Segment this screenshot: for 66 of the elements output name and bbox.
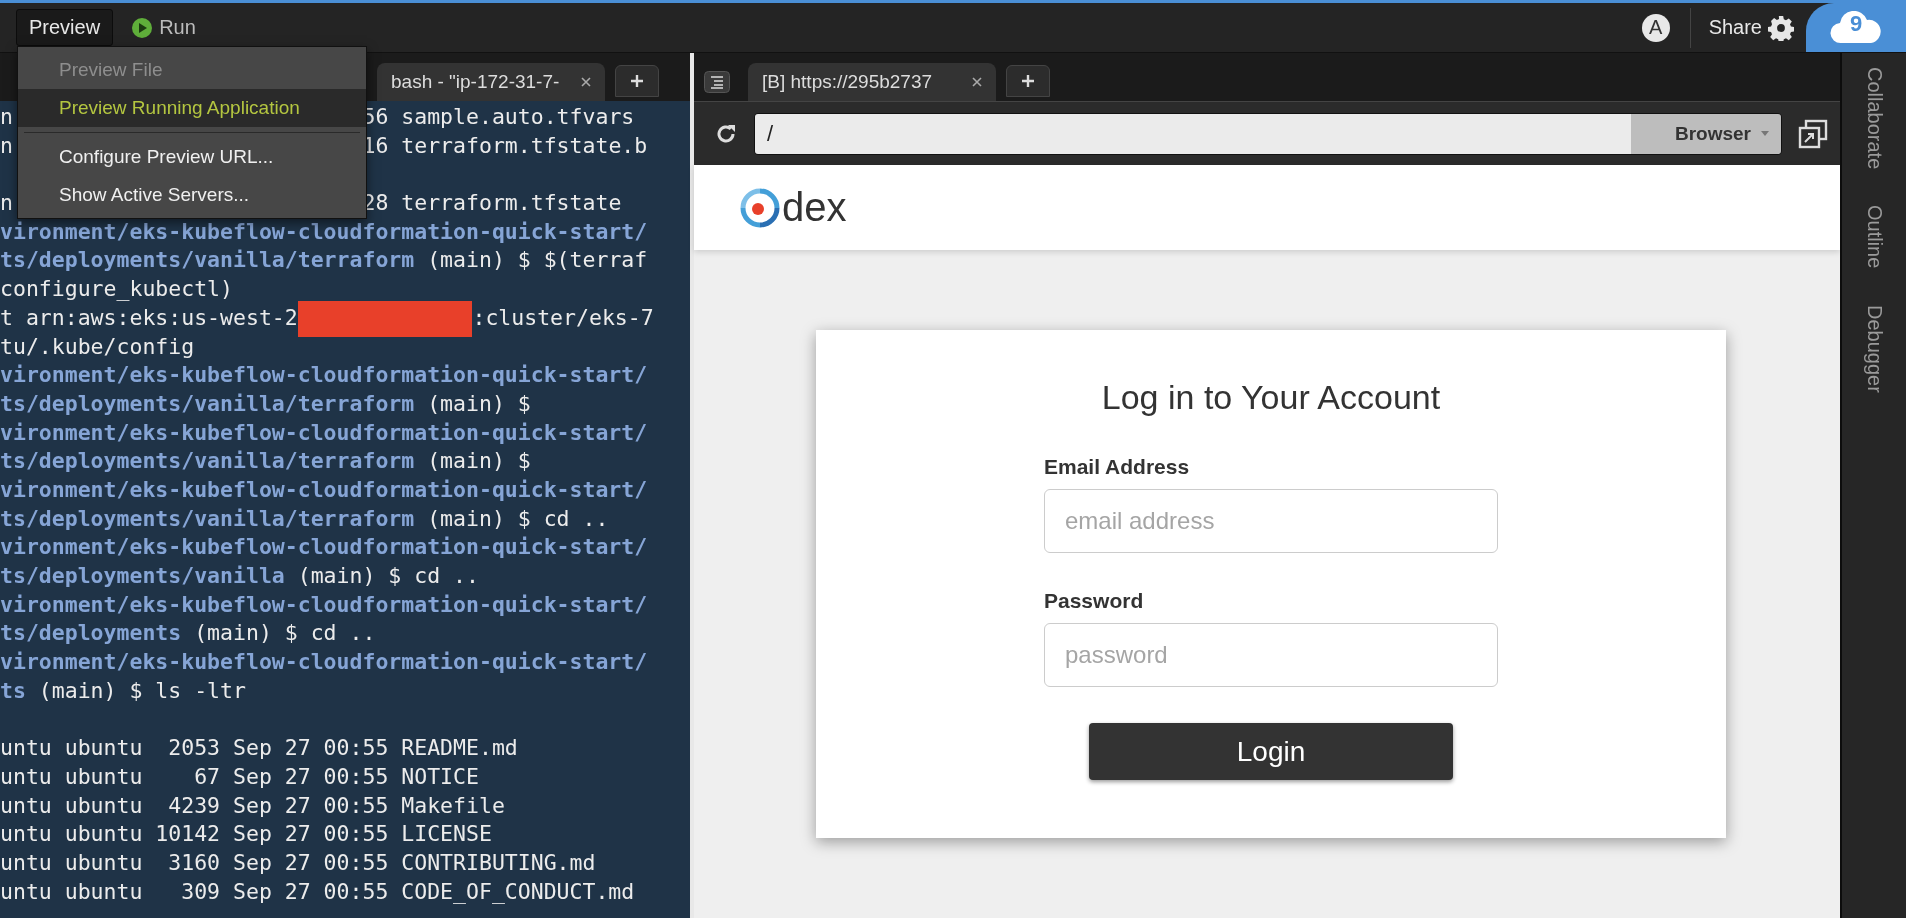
- run-button[interactable]: Run: [127, 12, 200, 43]
- terminal-text: (main) $ cd ..: [193, 619, 376, 648]
- field-label: Password: [1044, 589, 1145, 613]
- terminal-path: vironment/eks-kubeflow-cloudformation-quick-start/: [0, 418, 648, 447]
- terminal-path: ts/deployments/vanilla: [0, 562, 285, 590]
- terminal-path: ts/deployments/vanilla/terraform: [0, 504, 415, 533]
- menu-item[interactable]: Configure Preview URL...: [18, 138, 366, 176]
- user-avatar[interactable]: A: [1641, 13, 1670, 42]
- share-button[interactable]: Share: [1708, 16, 1768, 39]
- terminal-text: tu/.kube/config: [0, 332, 195, 361]
- input-field[interactable]: email address: [1044, 489, 1498, 553]
- field-label: Email Address: [1044, 455, 1191, 479]
- terminal-path: vironment/eks-kubeflow-cloudformation-quick-start/: [0, 533, 648, 562]
- play-icon: [131, 16, 154, 39]
- terminal-path: ts/deployments/vanilla/terraform: [0, 389, 415, 418]
- terminal-text: n: [0, 103, 13, 131]
- close-icon[interactable]: [581, 77, 591, 87]
- terminal-text: t arn:aws:eks:us-west-2: [0, 303, 298, 332]
- terminal-text: untu ubuntu 3160 Sep 27 00:55 CONTRIBUTING.md: [0, 848, 596, 877]
- new-tab-button[interactable]: [1006, 65, 1050, 97]
- close-icon[interactable]: [972, 77, 982, 87]
- preview-button[interactable]: Preview: [16, 9, 114, 46]
- terminal-text: (main) $ ls -ltr: [37, 676, 246, 705]
- terminal-path: vironment/eks-kubeflow-cloudformation-quick-start/: [0, 475, 648, 504]
- terminal-path: ts: [0, 676, 26, 705]
- terminal-path: vironment/eks-kubeflow-cloudformation-quick-start/: [0, 217, 648, 246]
- terminal-text: n: [0, 131, 13, 160]
- list-icon[interactable]: [704, 71, 730, 93]
- login-button[interactable]: Login: [1089, 723, 1453, 780]
- terminal-text: untu ubuntu 2053 Sep 27 00:55 README.md: [0, 734, 518, 763]
- terminal-path: ts/deployments/vanilla/terraform: [0, 246, 415, 275]
- terminal-text: untu ubuntu 4239 Sep 27 00:55 Makefile: [0, 791, 505, 820]
- terminal-text: (main) $: [426, 389, 531, 418]
- input-field[interactable]: password: [1044, 623, 1498, 687]
- logo-text: 9: [1850, 11, 1863, 37]
- sidebar-tab[interactable]: Debugger: [1862, 304, 1886, 393]
- terminal-text: n: [0, 189, 13, 218]
- sidebar-tab[interactable]: Collaborate: [1862, 67, 1886, 170]
- terminal-text: untu ubuntu 309 Sep 27 00:55 CODE_OF_CONDUCT.md: [0, 877, 635, 906]
- brand-name: dex: [782, 185, 847, 230]
- menu-item[interactable]: Preview Running Application: [18, 89, 366, 127]
- terminal-text: untu ubuntu 67 Sep 27 00:55 NOTICE: [0, 762, 479, 791]
- cloud-icon: [1829, 10, 1883, 45]
- browser-tab[interactable]: [B] https://295b2737: [748, 63, 996, 101]
- plus-icon: [630, 74, 644, 88]
- login-title: Log in to Your Account: [1101, 378, 1441, 417]
- terminal-text: (main) $ $(terraf: [426, 246, 648, 275]
- settings-icon[interactable]: [1768, 14, 1794, 41]
- terminal-text: configure_kubectl): [0, 275, 233, 304]
- new-tab-button[interactable]: [615, 65, 659, 97]
- menu-item[interactable]: Show Active Servers...: [18, 176, 366, 214]
- popout-icon[interactable]: [1798, 118, 1828, 149]
- terminal-path: ts/deployments/vanilla/terraform: [0, 447, 415, 476]
- logo-icon: [740, 187, 780, 228]
- terminal-path: vironment/eks-kubeflow-cloudformation-quick-start/: [0, 648, 648, 677]
- terminal-text: (main) $: [426, 447, 531, 476]
- terminal-text: untu ubuntu 10142 Sep 27 00:55 LICENSE: [0, 820, 492, 849]
- terminal-path: ts/deployments: [0, 619, 182, 648]
- terminal-path: vironment/eks-kubeflow-cloudformation-quick-start/: [0, 361, 648, 390]
- terminal-tab[interactable]: bash - "ip-172-31-7-: [377, 63, 605, 101]
- terminal-text: (main) $ cd ..: [296, 562, 479, 590]
- terminal-text: (main) $ cd ..: [426, 504, 609, 533]
- plus-icon: [1021, 74, 1035, 88]
- sidebar-tab[interactable]: Outline: [1862, 205, 1886, 269]
- terminal-path: vironment/eks-kubeflow-cloudformation-quick-start/: [0, 590, 648, 619]
- terminal-text: :cluster/eks-7: [472, 303, 654, 332]
